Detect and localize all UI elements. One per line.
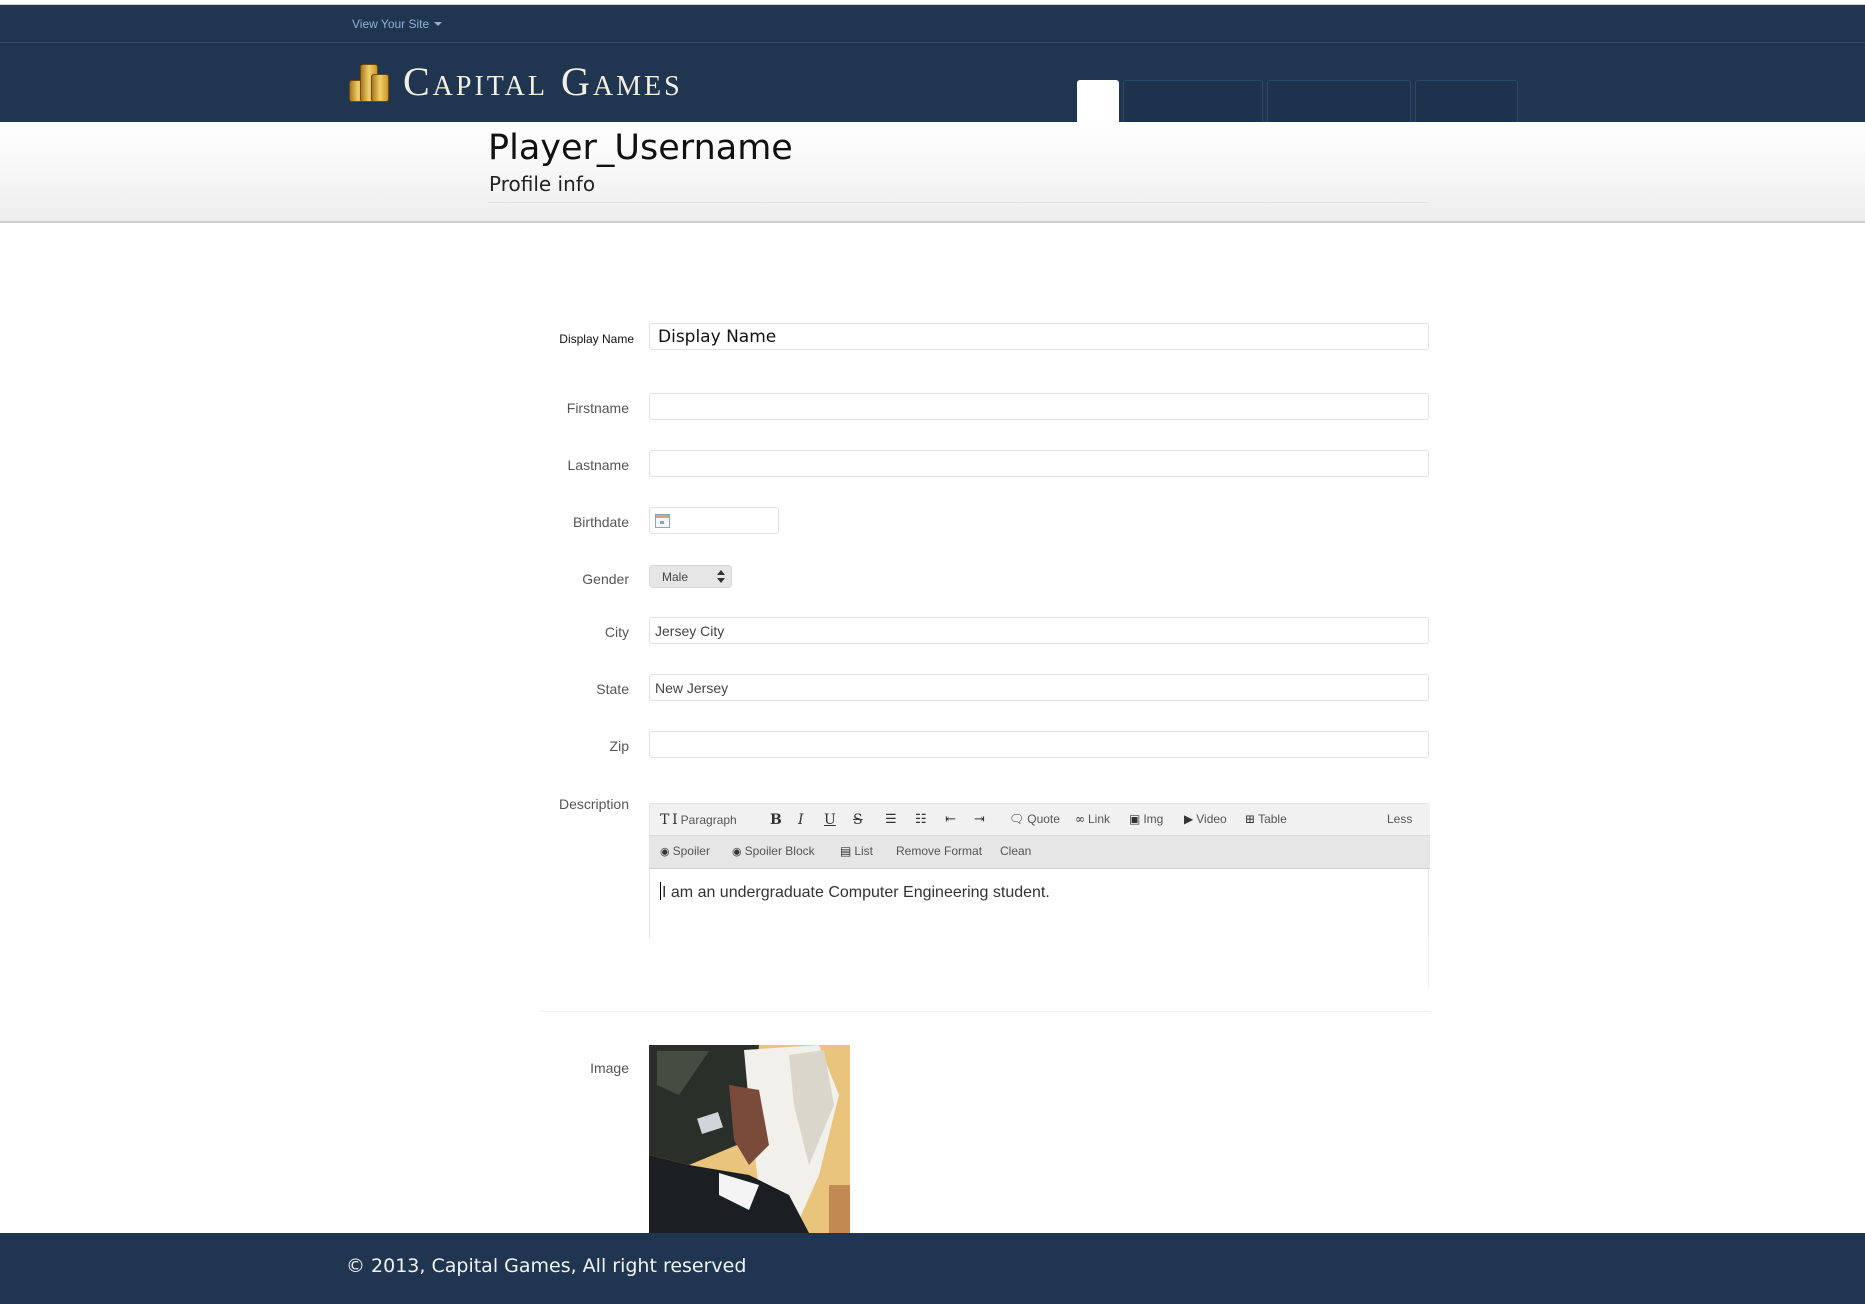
title-band: Player_Username Profile info <box>0 122 1865 223</box>
image-button[interactable]: ▣ Img <box>1129 812 1163 826</box>
firstname-input[interactable] <box>649 393 1429 420</box>
bold-icon: B <box>770 812 782 828</box>
top-bar: View Your Site <box>0 5 1865 43</box>
table-label: Table <box>1258 812 1287 826</box>
text-cursor <box>660 882 661 900</box>
italic-icon: I <box>798 812 804 828</box>
remove-format-label: Remove Format <box>896 844 983 858</box>
italic-button[interactable]: I <box>798 812 804 828</box>
editor-toolbar-secondary: ◉ Spoiler ◉ Spoiler Block ▤ List Remove … <box>650 836 1430 869</box>
city-label: City <box>604 624 629 640</box>
lastname-label: Lastname <box>567 457 629 473</box>
table-icon: ⊞ <box>1245 812 1256 826</box>
site-footer: © 2013, Capital Games, All right reserve… <box>0 1233 1865 1304</box>
coin-stack-icon <box>347 60 391 104</box>
play-icon: ▶ <box>1184 812 1194 826</box>
birthdate-label: Birthdate <box>572 514 629 530</box>
editor-toolbar-primary: T I Paragraph B I U S ☰ ☷ ⇤ ⇥ 🗨︎ Quote ∞… <box>650 804 1430 836</box>
nav-tab-4[interactable] <box>1415 80 1518 122</box>
img-label: Img <box>1143 812 1164 826</box>
description-editor: T I Paragraph B I U S ☰ ☷ ⇤ ⇥ 🗨︎ Quote ∞… <box>649 803 1430 938</box>
underline-icon: U <box>824 812 836 828</box>
calendar-icon[interactable] <box>655 514 670 528</box>
gender-select[interactable]: Male <box>649 565 732 588</box>
bulleted-list-button[interactable]: ☰ <box>885 812 897 827</box>
clean-button[interactable]: Clean <box>1000 844 1031 858</box>
birthdate-input[interactable] <box>649 507 779 534</box>
view-your-site-label: View Your Site <box>352 17 430 31</box>
paragraph-button[interactable]: T I Paragraph <box>660 812 737 828</box>
indent-button[interactable]: ⇥ <box>974 812 985 827</box>
video-button[interactable]: ▶ Video <box>1184 812 1227 826</box>
indent-icon: ⇥ <box>974 812 985 827</box>
select-arrows-icon <box>717 570 725 583</box>
video-label: Video <box>1196 812 1227 826</box>
gender-label: Gender <box>582 571 629 587</box>
link-label: Link <box>1088 812 1111 826</box>
speech-bubble-icon: 🗨︎ <box>1009 812 1025 826</box>
profile-photo-image <box>649 1045 850 1233</box>
image-icon: ▣ <box>1129 812 1141 826</box>
display-name-label: Display Name <box>559 332 634 346</box>
numbered-list-button[interactable]: ☷ <box>915 812 927 827</box>
less-button[interactable]: Less <box>1387 812 1412 826</box>
clean-label: Clean <box>1000 844 1032 858</box>
chevron-down-icon <box>434 22 443 26</box>
underline-button[interactable]: U <box>824 812 836 828</box>
divider <box>488 202 1428 203</box>
strikethrough-icon: S <box>853 812 863 828</box>
eye-slash-icon: ◉ <box>732 844 742 858</box>
list-label: List <box>854 844 874 858</box>
quote-label: Quote <box>1027 812 1060 826</box>
profile-photo[interactable] <box>649 1045 850 1233</box>
outdent-icon: ⇤ <box>945 812 956 827</box>
state-label: State <box>596 681 629 697</box>
list-button[interactable]: ▤ List <box>840 844 873 858</box>
display-name-input[interactable] <box>649 323 1429 350</box>
less-label: Less <box>1387 812 1413 826</box>
lastname-input[interactable] <box>649 450 1429 477</box>
strikethrough-button[interactable]: S <box>853 812 863 828</box>
image-label: Image <box>590 1060 629 1076</box>
spoiler-block-label: Spoiler Block <box>744 844 815 858</box>
bulleted-list-icon: ☰ <box>885 812 897 827</box>
logo[interactable]: Capital Games <box>347 58 683 105</box>
view-your-site-menu[interactable]: View Your Site <box>352 17 443 31</box>
bold-button[interactable]: B <box>770 812 782 828</box>
spoiler-button[interactable]: ◉ Spoiler <box>660 844 710 858</box>
table-button[interactable]: ⊞ Table <box>1245 812 1287 826</box>
zip-label: Zip <box>609 738 629 754</box>
page-root: View Your Site Capital Games Player_User… <box>0 0 1865 1304</box>
paragraph-label: Paragraph <box>680 813 737 827</box>
spoiler-block-button[interactable]: ◉ Spoiler Block <box>732 844 815 858</box>
quote-button[interactable]: 🗨︎ Quote <box>1009 812 1060 826</box>
remove-format-button[interactable]: Remove Format <box>896 844 982 858</box>
numbered-list-icon: ☷ <box>915 812 927 827</box>
state-input[interactable] <box>649 674 1429 701</box>
zip-input[interactable] <box>649 731 1429 758</box>
logo-text: Capital Games <box>403 59 683 104</box>
nav-tab-1[interactable] <box>1077 80 1119 122</box>
list-icon: ▤ <box>840 844 852 858</box>
link-icon: ∞ <box>1075 812 1085 826</box>
copyright-text: © 2013, Capital Games, All right reserve… <box>346 1255 747 1277</box>
nav-tab-3[interactable] <box>1267 80 1411 122</box>
description-label: Description <box>558 796 629 812</box>
gender-selected-value: Male <box>662 570 689 584</box>
nav-tab-2[interactable] <box>1123 80 1263 122</box>
text-style-icon: T I <box>660 812 678 828</box>
outdent-button[interactable]: ⇤ <box>945 812 956 827</box>
spoiler-label: Spoiler <box>672 844 710 858</box>
editor-resize-area <box>649 938 1429 988</box>
page-subtitle: Profile info <box>489 172 596 196</box>
divider <box>540 1011 1430 1012</box>
page-title: Player_Username <box>488 128 793 168</box>
description-content[interactable]: I am an undergraduate Computer Engineeri… <box>650 870 1428 938</box>
eye-slash-icon: ◉ <box>660 844 670 858</box>
description-text: I am an undergraduate Computer Engineeri… <box>662 884 1050 901</box>
link-button[interactable]: ∞ Link <box>1075 812 1110 826</box>
site-header: Capital Games <box>0 43 1865 122</box>
city-input[interactable] <box>649 617 1429 644</box>
firstname-label: Firstname <box>566 400 629 416</box>
